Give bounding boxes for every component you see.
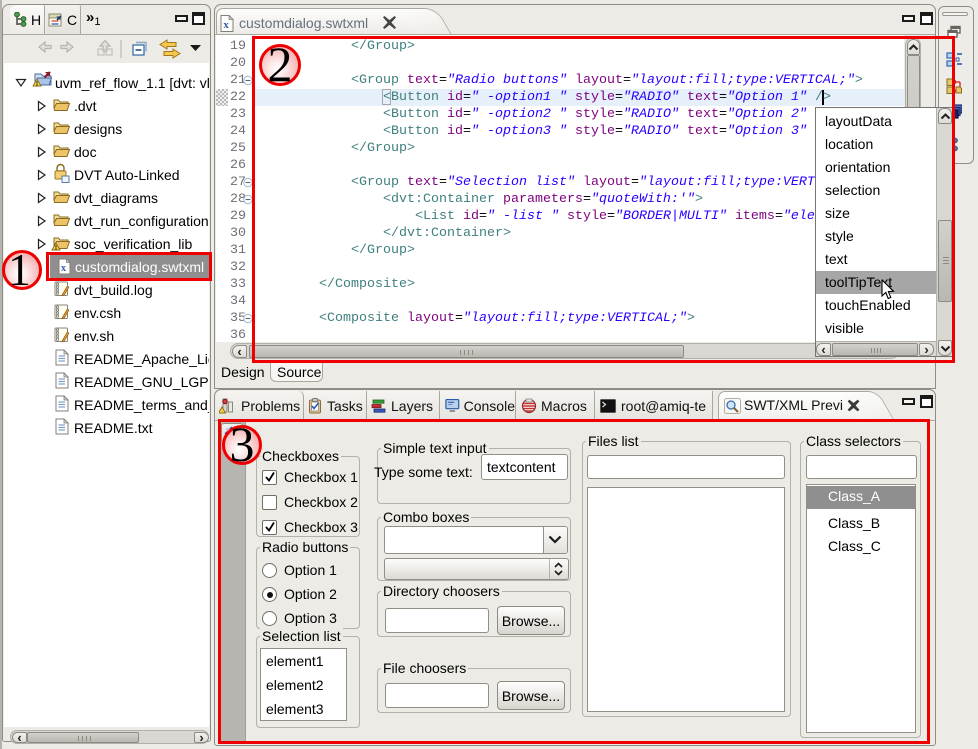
svg-text:x: x [223, 19, 229, 31]
